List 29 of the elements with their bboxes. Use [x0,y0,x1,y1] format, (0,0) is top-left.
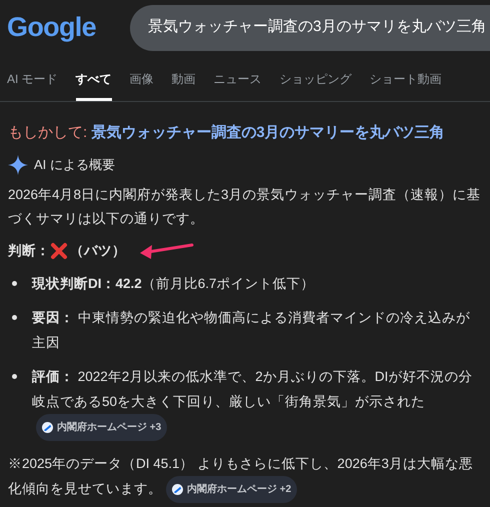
source-logo-icon [172,484,183,495]
search-field[interactable]: 景気ウォッチャー調査の3月のサマリを丸バツ三角 [130,4,490,50]
tab[interactable]: ニュース [214,70,262,101]
tab[interactable]: ショッピング [280,70,352,101]
note-paragraph: ※2025年のデータ（DI 45.1） よりもさらに低下し、2026年3月は大幅な悪化傾向を見せています。 内閣府ホームページ +2 [8,450,483,503]
tab[interactable]: ショート動画 [370,70,442,101]
tab[interactable]: AI モード [7,70,58,101]
tab[interactable]: 動画 [172,70,196,101]
bullet-icon [12,314,17,320]
bullet-icon [12,374,17,379]
source-chip[interactable]: 内閣府ホームページ +2 [166,476,298,503]
verdict-reading: （バツ） [70,242,126,260]
verdict-label: 判断： [8,242,50,260]
tab[interactable]: 画像 [130,70,154,101]
bullet-icon [12,280,17,286]
intro-paragraph: 2026年4月8日に内閣府が発表した3月の景気ウォッチャー調査（速報）に基づくサマリは以下の通りです。 [8,186,482,228]
source-chip[interactable]: 内閣府ホームページ +3 [36,414,168,441]
source-logo-icon [42,422,53,433]
did-you-mean-label: もしかして: [8,124,88,141]
tab[interactable]: すべて [76,70,112,101]
suggestion-link[interactable]: 景気ウォッチャー調査の3月のサマリーを丸バツ三角 [91,124,445,141]
bullet-text: 評価： 2022年2月以来の低水準で、2か月ぶりの下落。DIが好不況の分岐点である50を大きく下回り、厳しい「街角景気」が示された 内閣府ホームページ +3 [32,364,482,441]
logo[interactable]: Google [0,7,130,48]
bullet-text: 現状判断DI：42.2（前月比6.7ポイント低下） [32,274,316,293]
cross-icon [50,242,68,260]
bullet-text: 要因： 中東情勢の緊迫化や物価高による消費者マインドの冷え込みが主因 [32,308,471,352]
ai-overview-title: AI による概要 [34,156,115,174]
arrow-icon [138,240,194,261]
sparkle-icon [8,154,28,174]
